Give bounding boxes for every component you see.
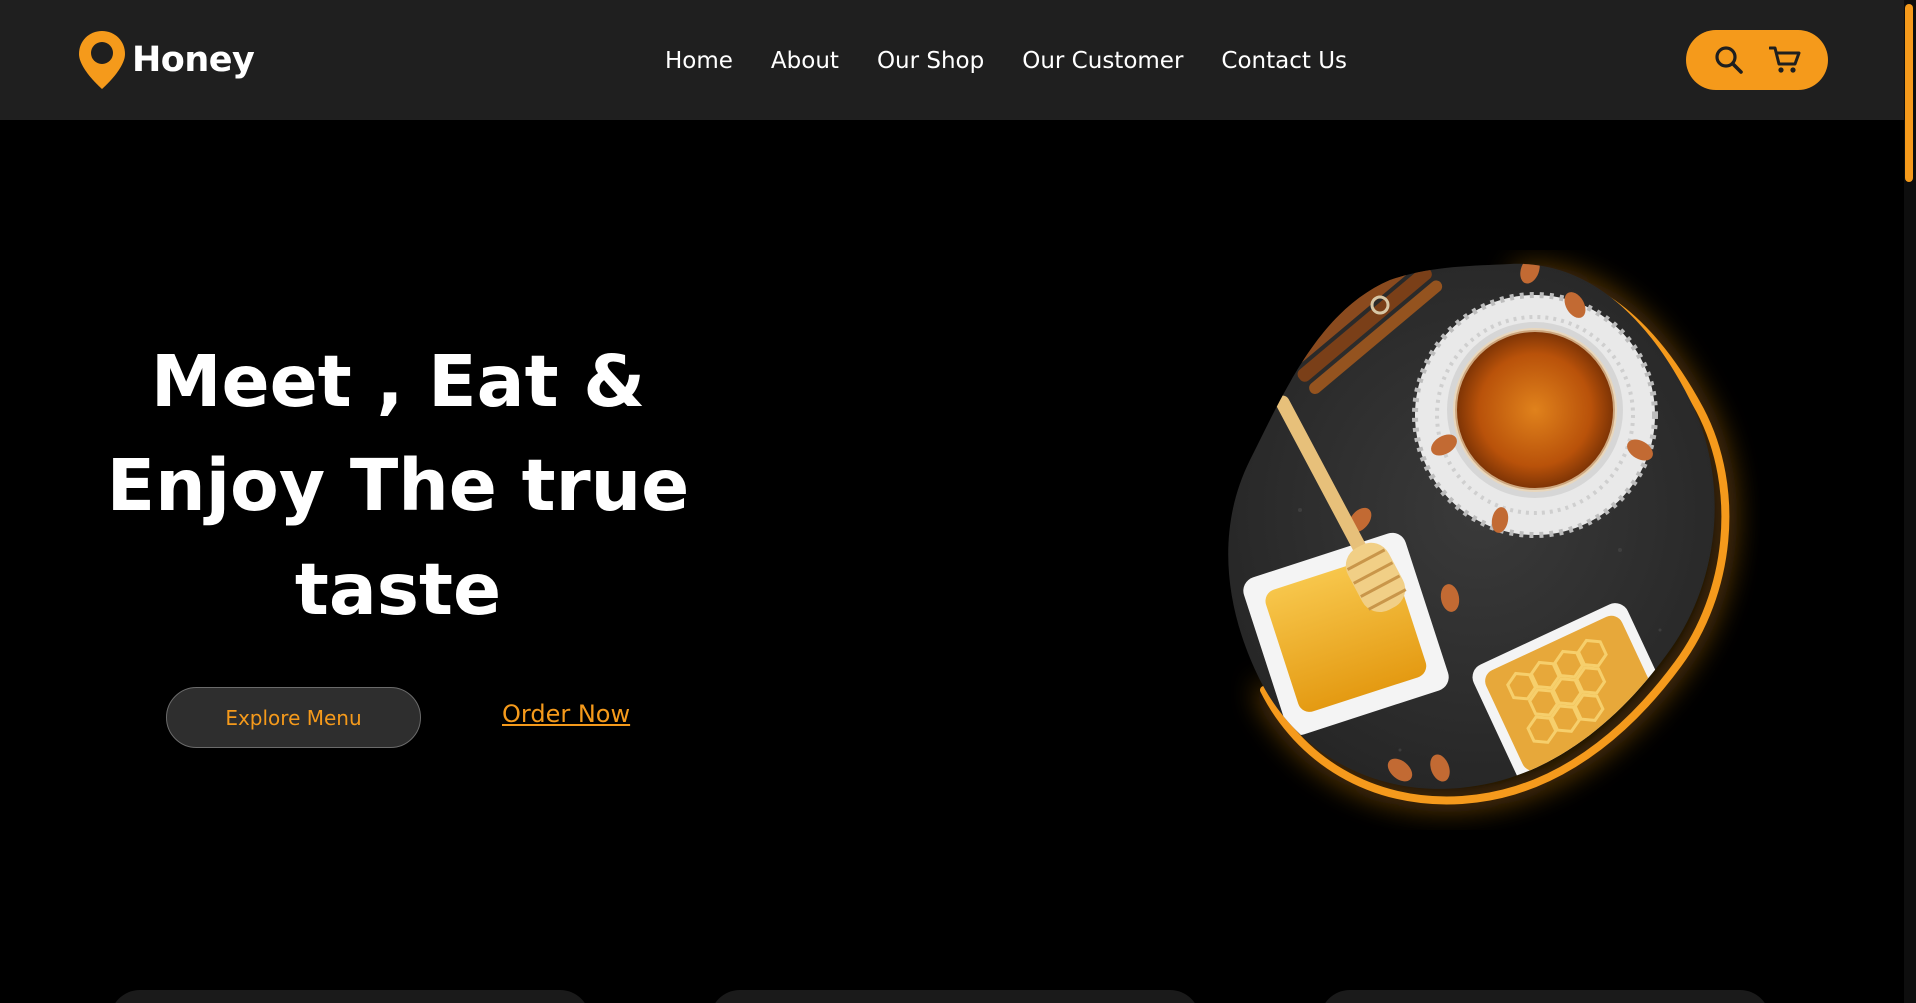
hero-title-line-3: taste (294, 548, 502, 631)
header-actions (1686, 30, 1828, 90)
search-button[interactable] (1712, 43, 1746, 77)
nav-item-our-customer[interactable]: Our Customer (1022, 48, 1183, 74)
nav-item-contact-us[interactable]: Contact Us (1221, 48, 1347, 74)
explore-menu-button[interactable]: Explore Menu (166, 687, 421, 748)
brand-logo[interactable]: Honey (76, 28, 255, 92)
location-pin-icon (79, 31, 125, 89)
feature-card-2 (710, 990, 1200, 1003)
feature-card-1 (110, 990, 590, 1003)
main-nav: Home About Our Shop Our Customer Contact… (665, 44, 1347, 78)
brand-name: Honey (132, 40, 255, 80)
feature-card-3 (1320, 990, 1770, 1003)
site-header: Honey Home About Our Shop Our Customer C… (0, 0, 1904, 120)
search-icon (1715, 46, 1743, 74)
nav-item-about[interactable]: About (771, 48, 839, 74)
hero-title: Meet , Eat & Enjoy The true taste (100, 330, 696, 642)
honey-hero-image (1228, 263, 1730, 805)
nav-item-our-shop[interactable]: Our Shop (877, 48, 984, 74)
cart-button[interactable] (1768, 43, 1802, 77)
hero-title-line-1: Meet , Eat & (150, 340, 646, 423)
scrollbar-thumb[interactable] (1905, 4, 1913, 182)
nav-item-home[interactable]: Home (665, 48, 733, 74)
hero-title-line-2: Enjoy The true (106, 444, 690, 527)
cart-icon (1769, 46, 1801, 73)
order-now-link[interactable]: Order Now (502, 700, 630, 728)
